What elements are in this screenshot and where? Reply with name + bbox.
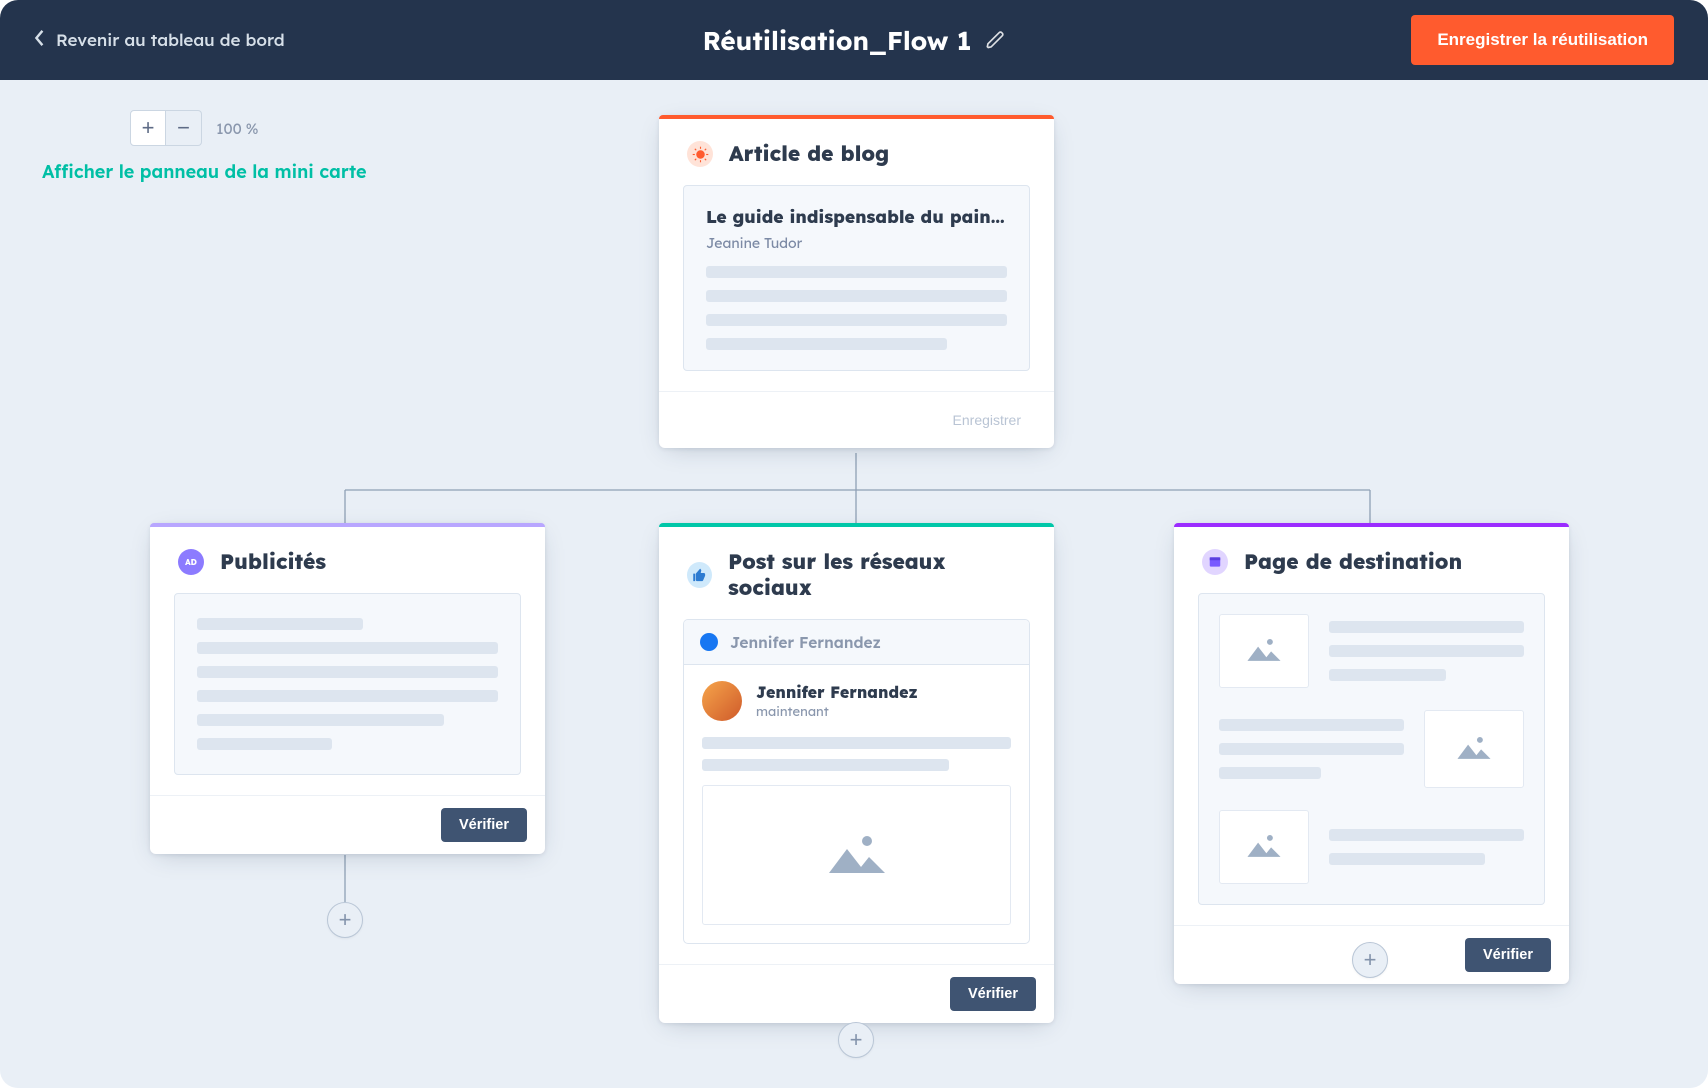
back-button[interactable]: Revenir au tableau de bord xyxy=(34,28,285,53)
card-social[interactable]: Post sur les réseaux sociaux Jennifer Fe… xyxy=(659,523,1054,1023)
article-title: Le guide indispensable du pain artis… xyxy=(706,206,1007,228)
ads-verify-button[interactable]: Vérifier xyxy=(441,808,527,842)
image-placeholder-icon xyxy=(1246,832,1282,862)
social-post-preview: Jennifer Fernandez maintenant xyxy=(683,665,1030,944)
social-tabs: Jennifer Fernandez xyxy=(683,619,1030,665)
minimap-toggle[interactable]: Afficher le panneau de la mini carte xyxy=(42,160,367,183)
image-placeholder-icon xyxy=(1246,636,1282,666)
zoom-in-button[interactable]: + xyxy=(130,110,166,146)
card-title: Post sur les réseaux sociaux xyxy=(728,549,1026,601)
blog-article-panel: Le guide indispensable du pain artis… Je… xyxy=(683,185,1030,371)
flow-canvas[interactable]: + − 100 % Afficher le panneau de la mini… xyxy=(0,80,1708,1088)
card-title: Article de blog xyxy=(729,141,889,167)
add-child-ads-button[interactable]: + xyxy=(327,902,363,938)
zoom-controls: + − 100 % xyxy=(130,110,259,146)
save-flow-button[interactable]: Enregistrer la réutilisation xyxy=(1411,15,1674,65)
zoom-out-button[interactable]: − xyxy=(166,110,202,146)
image-placeholder-icon xyxy=(1456,734,1492,764)
article-author: Jeanine Tudor xyxy=(706,234,1007,252)
landing-verify-button[interactable]: Vérifier xyxy=(1465,938,1551,972)
social-tab-name: Jennifer Fernandez xyxy=(730,632,881,652)
zoom-level-label: 100 % xyxy=(216,119,259,138)
chevron-left-icon xyxy=(34,28,46,53)
blog-save-button[interactable]: Enregistrer xyxy=(938,404,1036,436)
window-icon xyxy=(1202,549,1228,575)
post-time: maintenant xyxy=(756,704,918,720)
card-ads[interactable]: AD Publicités Vérifier xyxy=(150,523,545,854)
landing-preview xyxy=(1198,593,1545,905)
ads-icon: AD xyxy=(178,549,204,575)
thumbs-up-icon xyxy=(687,562,712,588)
add-child-social-button[interactable]: + xyxy=(838,1022,874,1058)
top-bar: Revenir au tableau de bord Réutilisation… xyxy=(0,0,1708,80)
page-title-wrap: Réutilisation_Flow 1 xyxy=(703,0,1006,80)
post-author: Jennifer Fernandez xyxy=(756,682,918,702)
card-blog[interactable]: Article de blog Le guide indispensable d… xyxy=(659,115,1054,448)
card-landing[interactable]: Page de destination xyxy=(1174,523,1569,984)
blog-icon xyxy=(687,141,713,167)
add-child-landing-button[interactable]: + xyxy=(1352,942,1388,978)
facebook-icon xyxy=(700,633,718,651)
avatar xyxy=(702,681,742,721)
ads-panel xyxy=(174,593,521,775)
flow-title: Réutilisation_Flow 1 xyxy=(703,24,972,57)
card-title: Page de destination xyxy=(1244,549,1462,575)
image-placeholder-icon xyxy=(827,831,887,879)
back-label: Revenir au tableau de bord xyxy=(56,30,285,51)
social-verify-button[interactable]: Vérifier xyxy=(950,977,1036,1011)
social-tab[interactable]: Jennifer Fernandez xyxy=(684,620,1029,664)
pencil-icon[interactable] xyxy=(985,24,1005,57)
card-title: Publicités xyxy=(220,549,326,575)
